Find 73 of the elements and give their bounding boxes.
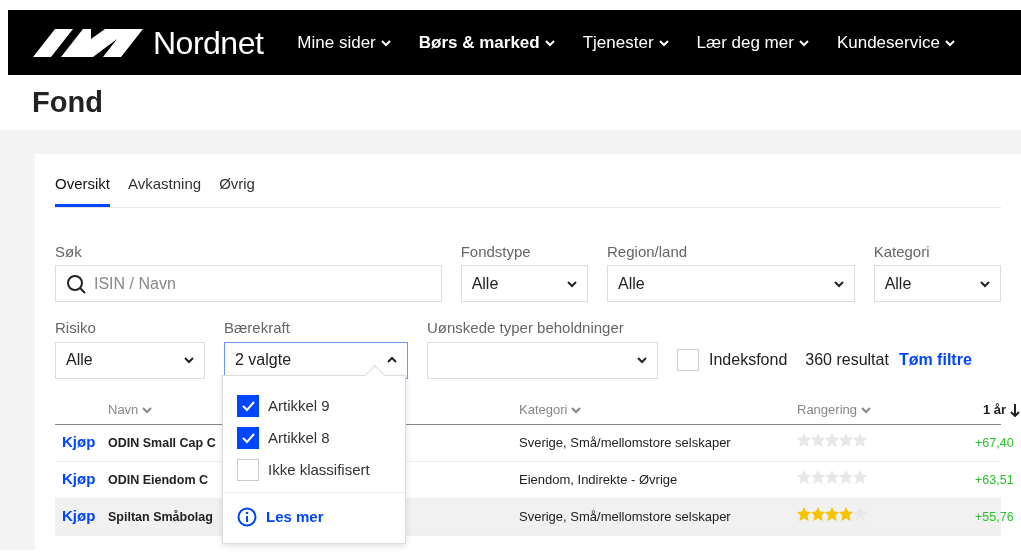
- dropdown-select[interactable]: Alle: [460, 265, 589, 302]
- checkbox[interactable]: [237, 395, 259, 417]
- filled-star-icon: [797, 506, 811, 521]
- field-label: Uønskede typer beholdninger: [427, 318, 625, 338]
- tab[interactable]: Avkastning: [128, 169, 202, 207]
- nav-menu-item[interactable]: Tjenester: [582, 29, 669, 56]
- chevron-down-icon: [944, 38, 955, 47]
- chevron-down-icon: [861, 406, 871, 414]
- nav-menu-item[interactable]: Børs & marked: [418, 29, 555, 56]
- return-value: +63,51: [975, 472, 1014, 487]
- search-icon: [66, 273, 86, 294]
- field-label: Fondstype: [460, 241, 532, 262]
- field-label: Risiko: [55, 318, 97, 338]
- empty-star-icon: [853, 506, 867, 521]
- category-text: Sverige, Små/mellomstore selskaper: [519, 508, 731, 524]
- field-label: Søk: [55, 241, 83, 262]
- chevron-down-icon: [980, 279, 990, 288]
- column-header[interactable]: 1 år: [983, 400, 1021, 420]
- field-label: Bærekraft: [224, 318, 291, 338]
- dropdown-select[interactable]: Alle: [873, 265, 1001, 302]
- chevron-down-icon: [544, 38, 555, 47]
- dropdown-select[interactable]: Alle: [607, 265, 855, 302]
- dropdown-select[interactable]: [427, 341, 658, 379]
- chevron-down-icon: [380, 38, 391, 47]
- chevron-down-icon: [567, 279, 578, 288]
- tab[interactable]: Oversikt: [55, 169, 110, 207]
- filled-star-icon: [825, 506, 839, 521]
- checkmark-icon: [240, 431, 256, 445]
- field-label: Kategori: [873, 241, 931, 262]
- chevron-down-icon: [142, 406, 153, 414]
- chevron-down-icon: [798, 38, 809, 47]
- page-title: Fond: [32, 85, 104, 120]
- buy-link[interactable]: Kjøp: [62, 505, 96, 528]
- option-label: Artikkel 8: [268, 427, 330, 448]
- nav-menu-item[interactable]: Lær deg mer: [696, 29, 809, 56]
- nav-menu-item[interactable]: Kundeservice: [836, 29, 955, 56]
- column-header[interactable]: Rangering: [797, 400, 871, 420]
- field-label: Region/land: [607, 241, 689, 262]
- sort-arrow-icon: [1010, 403, 1021, 417]
- buy-link[interactable]: Kjøp: [62, 468, 96, 491]
- logo-mark-icon: [33, 26, 143, 59]
- option-label: Artikkel 9: [268, 395, 330, 416]
- checkbox-label: Indeksfond: [709, 350, 788, 370]
- column-header[interactable]: Kategori: [519, 400, 582, 420]
- chevron-up-icon: [387, 356, 397, 364]
- chevron-down-icon: [184, 356, 194, 364]
- category-text: Sverige, Små/mellomstore selskaper: [519, 434, 731, 450]
- return-value: +67,40: [975, 435, 1014, 450]
- read-more-link[interactable]: Les mer: [266, 505, 324, 529]
- fund-name-link[interactable]: Spiltan Småbolag: [108, 507, 213, 527]
- fund-name-link[interactable]: ODIN Eiendom C: [108, 470, 208, 490]
- clear-filters-link[interactable]: Tøm filtre: [898, 348, 972, 372]
- return-value: +55,76: [975, 509, 1014, 524]
- search-field[interactable]: ISIN / Navn: [55, 265, 442, 302]
- filled-star-icon: [811, 506, 825, 521]
- dropdown-select[interactable]: Alle: [55, 341, 205, 379]
- checkbox[interactable]: [237, 427, 259, 449]
- buy-link[interactable]: Kjøp: [62, 431, 96, 454]
- category-text: Eiendom, Indirekte - Øvrige: [519, 471, 678, 487]
- result-count: 360 resultat: [805, 350, 889, 370]
- column-header[interactable]: Navn: [108, 400, 153, 420]
- checkmark-icon: [240, 399, 256, 413]
- filled-star-icon: [839, 506, 853, 521]
- option-label: Ikke klassifisert: [268, 459, 370, 480]
- fund-name-link[interactable]: ODIN Small Cap C: [108, 433, 216, 453]
- chevron-down-icon: [833, 279, 844, 288]
- info-icon: [237, 507, 257, 527]
- nav-menu-item[interactable]: Mine sider: [297, 29, 391, 56]
- brand-name: Nordnet: [153, 23, 264, 63]
- chevron-down-icon: [571, 406, 582, 414]
- chevron-down-icon: [658, 38, 669, 47]
- chevron-down-icon: [637, 356, 647, 364]
- tab[interactable]: Øvrig: [219, 169, 255, 207]
